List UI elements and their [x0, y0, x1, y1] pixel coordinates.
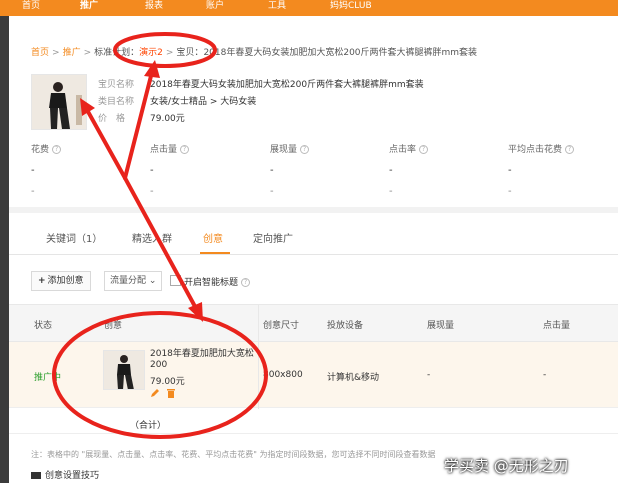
- breadcrumb-plan-label: 标准计划：: [94, 48, 140, 58]
- metric-cpc-compare: -: [508, 186, 512, 197]
- creative-tips-link[interactable]: 创意设置技巧: [31, 468, 99, 481]
- total-label: （合计）: [130, 421, 167, 431]
- metric-ctr-value: -: [389, 165, 393, 176]
- nav-home[interactable]: 首页: [22, 0, 40, 16]
- edit-icon[interactable]: [150, 388, 160, 398]
- top-navigation: 首页 推广 报表 账户 工具 妈妈CLUB: [0, 0, 618, 16]
- table-header: [9, 304, 618, 342]
- metric-clicks-value: -: [150, 165, 154, 176]
- metric-cost-label: 花费?: [31, 142, 62, 155]
- breadcrumb-item-name: 2018年春夏大码女装加肥加大宽松200斤两件套大裤腿裤胖mm套装: [203, 48, 478, 58]
- status-badge: 推广中: [34, 373, 62, 383]
- column-header-impressions: 展现量: [427, 321, 455, 331]
- trash-icon[interactable]: [166, 388, 176, 398]
- metric-impressions-label: 展现量?: [270, 142, 310, 155]
- metric-cost-value: -: [31, 165, 35, 176]
- tab-creative[interactable]: 创意: [203, 230, 223, 245]
- metric-impressions-value: -: [270, 165, 274, 176]
- help-icon[interactable]: ?: [180, 145, 190, 154]
- creative-size: 800x800: [263, 370, 303, 380]
- creative-clicks: -: [543, 370, 547, 380]
- metric-clicks-compare: -: [150, 186, 154, 197]
- smart-title-checkbox[interactable]: [170, 275, 181, 286]
- creative-impressions: -: [427, 370, 431, 380]
- metric-cpc-label: 平均点击花费?: [508, 142, 575, 155]
- product-title: 2018年春夏大码女装加肥加大宽松200斤两件套大裤腿裤胖mm套装: [150, 80, 424, 90]
- tab-audience[interactable]: 精选人群: [132, 230, 172, 245]
- product-thumbnail: [31, 74, 87, 130]
- metric-ctr-label: 点击率?: [389, 142, 429, 155]
- nav-account[interactable]: 账户: [206, 0, 224, 16]
- add-creative-button[interactable]: + 添加创意: [31, 271, 91, 291]
- product-price-row: 价 格 79.00元: [98, 114, 185, 124]
- nav-report[interactable]: 报表: [145, 0, 163, 16]
- video-icon: [31, 472, 41, 479]
- help-icon[interactable]: ?: [300, 145, 310, 154]
- section-divider: [9, 207, 618, 213]
- column-header-creative: 创意: [104, 321, 123, 331]
- help-icon[interactable]: ?: [565, 145, 575, 154]
- table-row: [9, 342, 618, 408]
- metric-impressions-compare: -: [270, 186, 274, 197]
- nav-club[interactable]: 妈妈CLUB: [330, 0, 372, 16]
- breadcrumb-item-label: 宝贝：: [176, 48, 204, 58]
- column-header-device: 投放设备: [327, 321, 364, 331]
- breadcrumb: 首页 > 推广 > 标准计划：演示2 > 宝贝：2018年春夏大码女装加肥加大宽松200斤两…: [31, 48, 478, 58]
- chevron-down-icon: ⌄: [148, 276, 157, 286]
- tab-targeting[interactable]: 定向推广: [253, 230, 293, 245]
- tabs-divider: [9, 254, 618, 255]
- tab-keywords[interactable]: 关键词（1）: [46, 230, 102, 245]
- metric-clicks-label: 点击量?: [150, 142, 190, 155]
- breadcrumb-plan-name[interactable]: 演示2: [139, 48, 163, 58]
- column-header-clicks: 点击量: [543, 321, 571, 331]
- help-icon[interactable]: ?: [52, 145, 62, 154]
- creative-thumbnail: [103, 350, 145, 390]
- product-category: 女装/女士精品 > 大码女装: [150, 97, 257, 107]
- watermark-text: 学买卖 @无形之刃: [444, 457, 569, 475]
- arrow-to-creative: [123, 176, 200, 314]
- left-sidebar-strip: [0, 16, 9, 483]
- metric-cpc-value: -: [508, 165, 512, 176]
- help-icon[interactable]: ?: [241, 278, 251, 287]
- nav-tools[interactable]: 工具: [268, 0, 286, 16]
- arrowhead-up: [144, 60, 160, 78]
- breadcrumb-promo[interactable]: 推广: [63, 48, 81, 58]
- flow-allocation-dropdown[interactable]: 流量分配 ⌄: [104, 271, 162, 291]
- footnote: 注：表格中的 "展现量、点击量、点击率、花费、平均点击花费" 为指定时间段数据，…: [31, 450, 436, 459]
- product-price: 79.00元: [150, 114, 185, 124]
- plus-icon: +: [38, 276, 46, 286]
- creative-device: 计算机&移动: [327, 373, 380, 383]
- product-category-row: 类目名称 女装/女士精品 > 大码女装: [98, 97, 257, 107]
- smart-title-label: 开启智能标题?: [184, 275, 251, 288]
- metric-ctr-compare: -: [389, 186, 393, 197]
- total-row: [9, 409, 618, 434]
- help-icon[interactable]: ?: [419, 145, 429, 154]
- column-header-status: 状态: [34, 321, 53, 331]
- creative-title: 2018年春夏加肥加大宽松200: [150, 349, 254, 370]
- breadcrumb-home[interactable]: 首页: [31, 48, 49, 58]
- column-header-size: 创意尺寸: [263, 321, 300, 331]
- product-title-row: 宝贝名称 2018年春夏大码女装加肥加大宽松200斤两件套大裤腿裤胖mm套装: [98, 80, 424, 90]
- nav-promo[interactable]: 推广: [80, 0, 98, 16]
- metric-cost-compare: -: [31, 186, 35, 197]
- creative-price: 79.00元: [150, 377, 185, 387]
